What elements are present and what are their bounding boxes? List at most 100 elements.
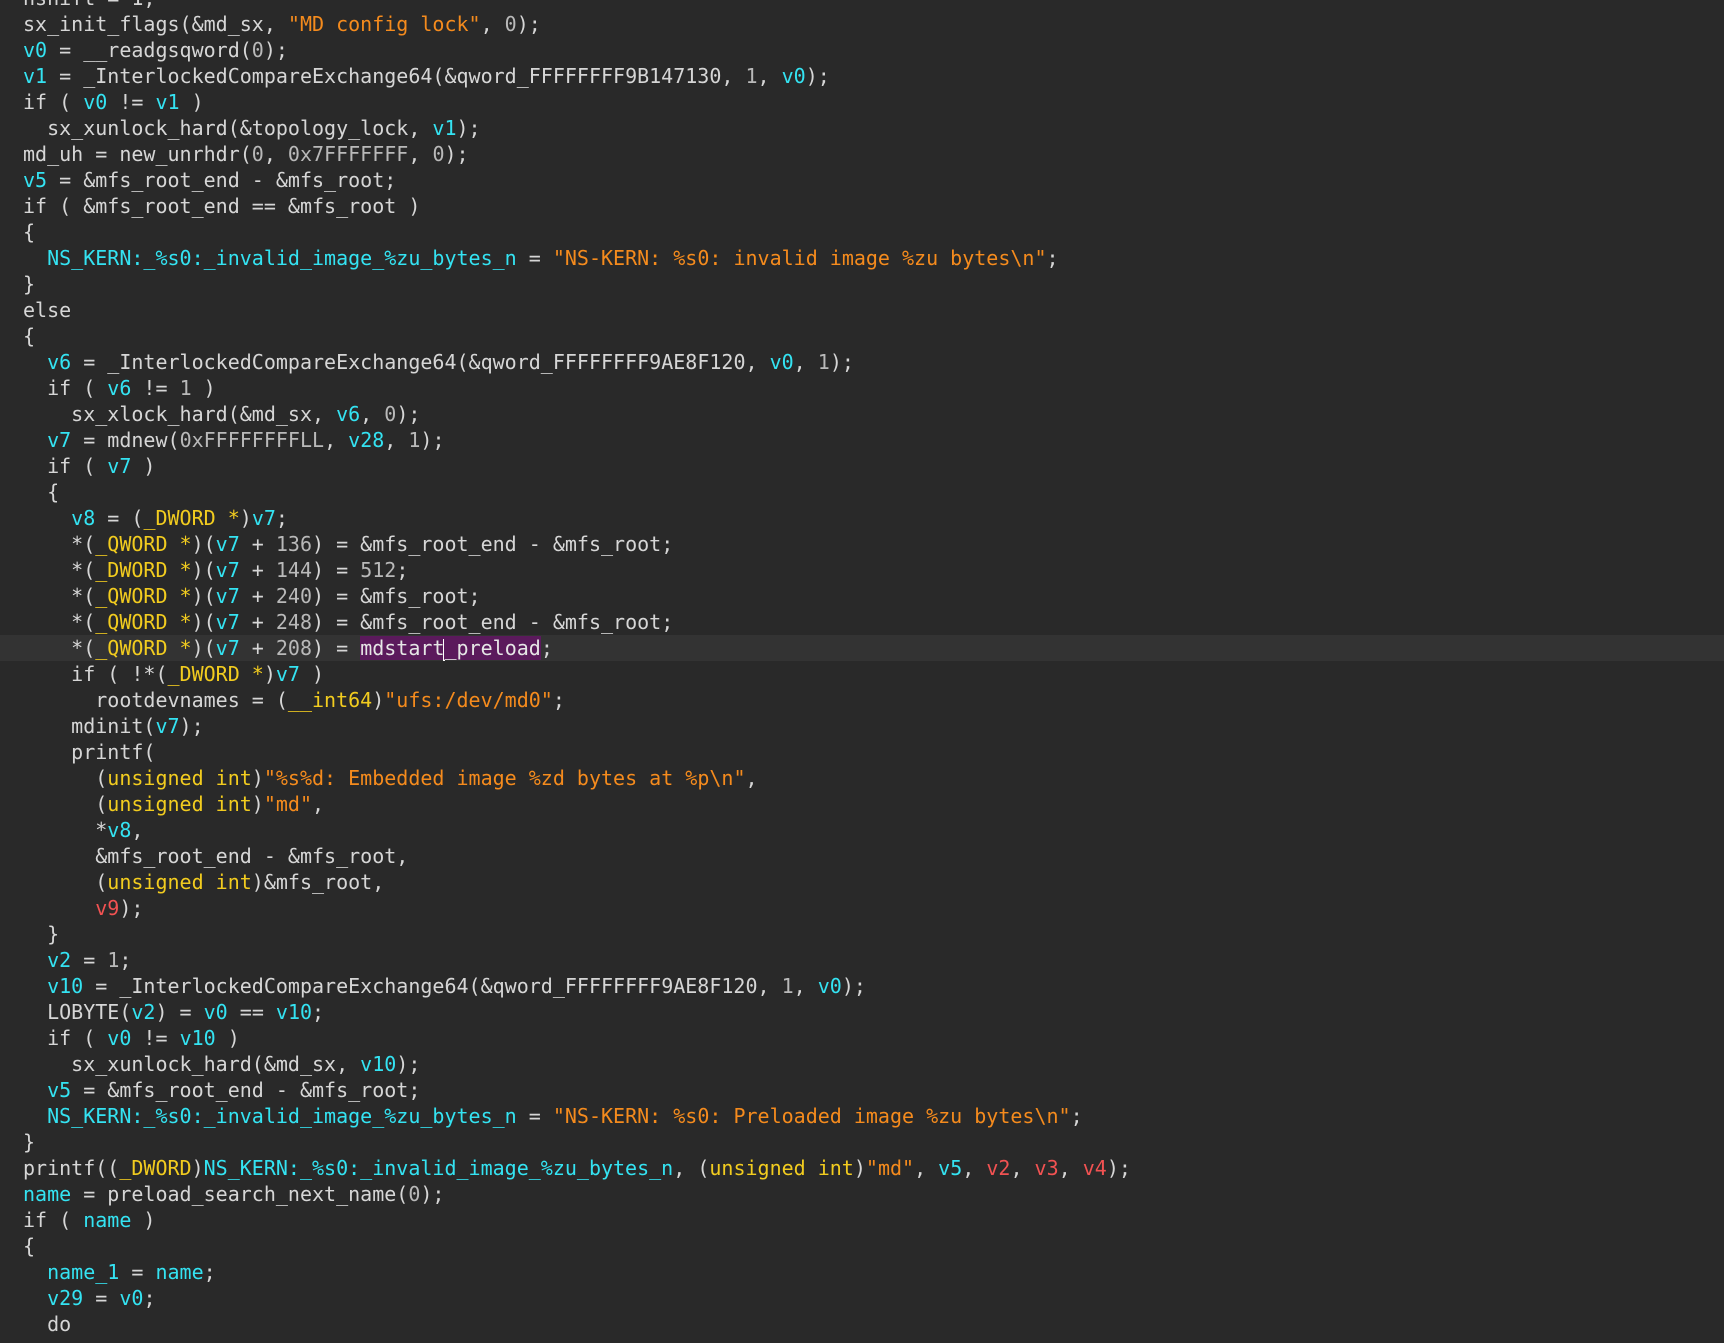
code-line[interactable]: md_uh = new_unrhdr(0, 0x7FFFFFFF, 0); xyxy=(0,141,1724,167)
identifier[interactable]: v7 xyxy=(216,558,240,582)
identifier[interactable]: v8 xyxy=(107,818,131,842)
code-line[interactable]: NS_KERN:_%s0:_invalid_image_%zu_bytes_n … xyxy=(0,245,1724,271)
identifier[interactable]: v0 xyxy=(770,350,794,374)
code-line[interactable]: mdinit(v7); xyxy=(0,713,1724,739)
identifier[interactable]: name xyxy=(83,1208,131,1232)
code-line[interactable]: *(_QWORD *)(v7 + 240) = &mfs_root; xyxy=(0,583,1724,609)
identifier[interactable]: v1 xyxy=(23,64,47,88)
identifier[interactable]: v5 xyxy=(23,168,47,192)
code-line[interactable]: } xyxy=(0,921,1724,947)
code-line[interactable]: printf((_DWORD)NS_KERN:_%s0:_invalid_ima… xyxy=(0,1155,1724,1181)
uninitialized-variable[interactable]: v3 xyxy=(1035,1156,1059,1180)
identifier[interactable]: NS_KERN:_%s0:_invalid_image_%zu_bytes_n xyxy=(47,1104,517,1128)
highlighted-identifier[interactable]: mdstart xyxy=(360,636,445,660)
code-line[interactable]: name = preload_search_next_name(0); xyxy=(0,1181,1724,1207)
identifier[interactable]: v10 xyxy=(47,974,83,998)
uninitialized-variable[interactable]: v4 xyxy=(1083,1156,1107,1180)
identifier[interactable]: v7 xyxy=(107,454,131,478)
code-line[interactable]: if ( v0 != v1 ) xyxy=(0,89,1724,115)
code-line[interactable]: if ( !*(_DWORD *)v7 ) xyxy=(0,661,1724,687)
identifier[interactable]: v7 xyxy=(216,610,240,634)
code-line[interactable]: *(_QWORD *)(v7 + 248) = &mfs_root_end - … xyxy=(0,609,1724,635)
code-line[interactable]: rootdevnames = (__int64)"ufs:/dev/md0"; xyxy=(0,687,1724,713)
code-line[interactable]: if ( v0 != v10 ) xyxy=(0,1025,1724,1051)
identifier[interactable]: v28 xyxy=(348,428,384,452)
identifier[interactable]: v10 xyxy=(360,1052,396,1076)
uninitialized-variable[interactable]: v2 xyxy=(986,1156,1010,1180)
code-line[interactable]: { xyxy=(0,1233,1724,1259)
code-line[interactable]: *(_DWORD *)(v7 + 144) = 512; xyxy=(0,557,1724,583)
identifier[interactable]: v2 xyxy=(131,1000,155,1024)
identifier[interactable]: v6 xyxy=(47,350,71,374)
code-line[interactable]: if ( &mfs_root_end == &mfs_root ) xyxy=(0,193,1724,219)
identifier[interactable]: v0 xyxy=(23,38,47,62)
code-line[interactable]: } xyxy=(0,1129,1724,1155)
identifier[interactable]: v10 xyxy=(276,1000,312,1024)
code-line[interactable]: (unsigned int)"%s%d: Embedded image %zd … xyxy=(0,765,1724,791)
identifier[interactable]: NS_KERN:_%s0:_invalid_image_%zu_bytes_n xyxy=(204,1156,674,1180)
code-line[interactable]: sx_init_flags(&md_sx, "MD config lock", … xyxy=(0,11,1724,37)
code-line[interactable]: sx_xunlock_hard(&topology_lock, v1); xyxy=(0,115,1724,141)
code-line[interactable]: sx_xunlock_hard(&md_sx, v10); xyxy=(0,1051,1724,1077)
identifier[interactable]: v7 xyxy=(216,636,240,660)
uninitialized-variable[interactable]: v9 xyxy=(95,896,119,920)
identifier[interactable]: name xyxy=(23,1182,71,1206)
identifier[interactable]: NS_KERN:_%s0:_invalid_image_%zu_bytes_n xyxy=(47,246,517,270)
identifier[interactable]: v0 xyxy=(204,1000,228,1024)
code-line[interactable]: v5 = &mfs_root_end - &mfs_root; xyxy=(0,167,1724,193)
code-line[interactable]: v0 = __readgsqword(0); xyxy=(0,37,1724,63)
identifier[interactable]: v0 xyxy=(119,1286,143,1310)
code-line[interactable]: sx_xlock_hard(&md_sx, v6, 0); xyxy=(0,401,1724,427)
code-line[interactable]: else xyxy=(0,297,1724,323)
identifier[interactable]: v7 xyxy=(276,662,300,686)
code-line[interactable]: if ( v6 != 1 ) xyxy=(0,375,1724,401)
code-line[interactable]: (unsigned int)"md", xyxy=(0,791,1724,817)
identifier[interactable]: v6 xyxy=(107,376,131,400)
identifier[interactable]: v0 xyxy=(83,90,107,114)
identifier[interactable]: v7 xyxy=(252,506,276,530)
identifier[interactable]: v8 xyxy=(71,506,95,530)
highlighted-identifier[interactable]: _preload xyxy=(444,636,541,660)
identifier[interactable]: v10 xyxy=(180,1026,216,1050)
code-line[interactable]: (unsigned int)&mfs_root, xyxy=(0,869,1724,895)
code-line[interactable]: if ( v7 ) xyxy=(0,453,1724,479)
identifier[interactable]: v2 xyxy=(47,948,71,972)
identifier[interactable]: v1 xyxy=(432,116,456,140)
code-line[interactable]: *(_QWORD *)(v7 + 136) = &mfs_root_end - … xyxy=(0,531,1724,557)
code-line[interactable]: *(_QWORD *)(v7 + 208) = mdstart_preload; xyxy=(0,635,1724,661)
identifier[interactable]: v7 xyxy=(155,714,179,738)
code-line[interactable]: v29 = v0; xyxy=(0,1285,1724,1311)
code-line[interactable]: NS_KERN:_%s0:_invalid_image_%zu_bytes_n … xyxy=(0,1103,1724,1129)
code-line[interactable]: { xyxy=(0,479,1724,505)
identifier[interactable]: v5 xyxy=(938,1156,962,1180)
code-line[interactable]: name_1 = name; xyxy=(0,1259,1724,1285)
identifier[interactable]: v0 xyxy=(818,974,842,998)
identifier[interactable]: name xyxy=(155,1260,203,1284)
identifier[interactable]: v6 xyxy=(336,402,360,426)
identifier[interactable]: v7 xyxy=(47,428,71,452)
identifier[interactable]: v1 xyxy=(155,90,179,114)
identifier[interactable]: v0 xyxy=(782,64,806,88)
code-line[interactable]: v5 = &mfs_root_end - &mfs_root; xyxy=(0,1077,1724,1103)
code-line[interactable]: { xyxy=(0,323,1724,349)
code-line[interactable]: *v8, xyxy=(0,817,1724,843)
code-line[interactable]: v6 = _InterlockedCompareExchange64(&qwor… xyxy=(0,349,1724,375)
code-line[interactable]: printf( xyxy=(0,739,1724,765)
code-line[interactable]: do xyxy=(0,1311,1724,1337)
identifier[interactable]: v0 xyxy=(107,1026,131,1050)
code-line[interactable]: &mfs_root_end - &mfs_root, xyxy=(0,843,1724,869)
code-line[interactable]: v2 = 1; xyxy=(0,947,1724,973)
identifier[interactable]: name_1 xyxy=(47,1260,119,1284)
code-line[interactable]: v9); xyxy=(0,895,1724,921)
code-line[interactable]: } xyxy=(0,271,1724,297)
code-line[interactable]: { xyxy=(0,219,1724,245)
identifier[interactable]: v7 xyxy=(216,532,240,556)
code-line[interactable]: v7 = mdnew(0xFFFFFFFFLL, v28, 1); xyxy=(0,427,1724,453)
code-line[interactable]: LOBYTE(v2) = v0 == v10; xyxy=(0,999,1724,1025)
code-line[interactable]: if ( name ) xyxy=(0,1207,1724,1233)
code-line[interactable]: v1 = _InterlockedCompareExchange64(&qwor… xyxy=(0,63,1724,89)
code-line[interactable]: v8 = (_DWORD *)v7; xyxy=(0,505,1724,531)
pseudocode-view[interactable]: nshift = 1;sx_init_flags(&md_sx, "MD con… xyxy=(0,0,1724,1343)
identifier[interactable]: v7 xyxy=(216,584,240,608)
identifier[interactable]: v29 xyxy=(47,1286,83,1310)
